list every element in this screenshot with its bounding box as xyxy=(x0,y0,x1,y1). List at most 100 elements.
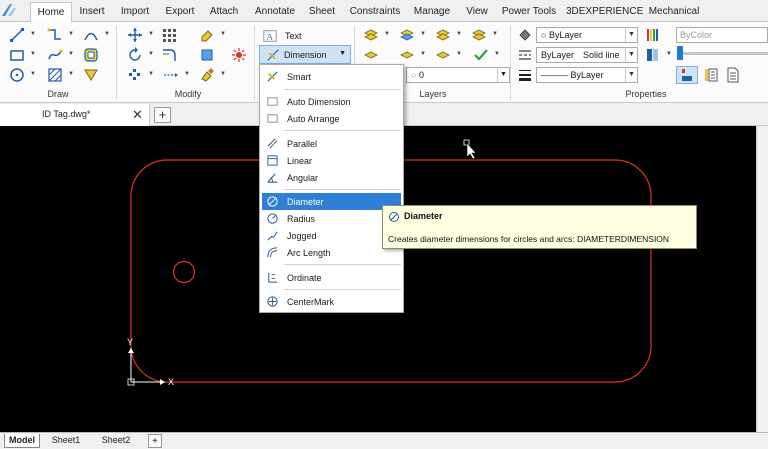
layer-match-button[interactable] xyxy=(432,46,454,64)
dimension-button[interactable]: Dimension ▼ xyxy=(259,45,351,64)
quick-properties-button[interactable] xyxy=(676,66,698,84)
arc-tool-button[interactable] xyxy=(80,26,102,44)
chevron-down-icon[interactable]: ▼ xyxy=(625,68,637,82)
chevron-down-icon[interactable]: ▼ xyxy=(68,71,74,77)
chevron-down-icon[interactable]: ▼ xyxy=(184,71,190,77)
tab-attach[interactable]: Attach xyxy=(206,4,242,22)
tab-manage[interactable]: Manage xyxy=(410,4,454,22)
rotate-tool-button[interactable] xyxy=(124,46,146,64)
chevron-down-icon[interactable]: ▼ xyxy=(148,51,154,57)
menu-item-parallel[interactable]: Parallel xyxy=(262,135,401,152)
chevron-down-icon[interactable]: ▼ xyxy=(384,31,390,37)
layout-tab-sheet2[interactable]: Sheet2 xyxy=(96,434,136,448)
transparency-slider-track[interactable] xyxy=(682,52,768,55)
menu-item-diameter[interactable]: Diameter xyxy=(262,193,401,210)
tab-constraints[interactable]: Constraints xyxy=(346,4,404,22)
menu-item-auto-dimension[interactable]: Auto Dimension xyxy=(262,93,401,110)
chevron-down-icon[interactable]: ▼ xyxy=(420,51,426,57)
list-button[interactable] xyxy=(722,66,744,84)
tab-mechanical[interactable]: Mechanical xyxy=(644,4,704,22)
move-tool-button[interactable] xyxy=(124,26,146,44)
menu-item-angular[interactable]: Angular xyxy=(262,169,401,186)
chevron-down-icon[interactable]: ▼ xyxy=(30,51,36,57)
add-layout-button[interactable]: + xyxy=(148,434,162,448)
linetype-button[interactable] xyxy=(514,46,536,64)
tab-import[interactable]: Import xyxy=(116,4,154,22)
linestyle-dropdown[interactable]: ByLayer Solid line ▼ xyxy=(536,47,638,63)
chevron-down-icon[interactable]: ▼ xyxy=(220,31,226,37)
color-palette-button[interactable] xyxy=(642,26,664,44)
menu-item-ordinate[interactable]: Ordinate xyxy=(262,269,401,286)
region-tool-button[interactable] xyxy=(80,46,102,64)
menu-item-centermark[interactable]: CenterMark xyxy=(262,293,401,310)
tab-view[interactable]: View xyxy=(462,4,492,22)
layout-tab-sheet1[interactable]: Sheet1 xyxy=(46,434,86,448)
chevron-down-icon[interactable]: ▼ xyxy=(104,31,110,37)
tab-power-tools[interactable]: Power Tools xyxy=(500,4,558,22)
erase-tool-button[interactable] xyxy=(196,26,218,44)
line-tool-button[interactable] xyxy=(6,26,28,44)
match-properties-button[interactable] xyxy=(196,66,218,84)
color-fill-button[interactable] xyxy=(514,26,536,44)
tab-3dexperience[interactable]: 3DEXPERIENCE xyxy=(566,4,643,22)
polyline-tool-button[interactable] xyxy=(44,26,66,44)
tab-sheet[interactable]: Sheet xyxy=(306,4,338,22)
transparency-slider-thumb[interactable] xyxy=(677,46,683,60)
lineweight-button[interactable] xyxy=(514,66,536,84)
circle-tool-button[interactable] xyxy=(6,66,28,84)
chevron-down-icon[interactable]: ▼ xyxy=(494,51,500,57)
chevron-down-icon[interactable]: ▼ xyxy=(420,31,426,37)
transparency-button[interactable] xyxy=(642,46,664,64)
stretch-tool-button[interactable] xyxy=(160,66,182,84)
document-tab[interactable]: ID Tag.dwg* ✕ xyxy=(0,104,150,126)
new-document-button[interactable]: + xyxy=(154,107,171,123)
menu-item-jogged[interactable]: Jogged xyxy=(262,227,401,244)
layer-state-button[interactable] xyxy=(396,26,418,44)
chevron-down-icon[interactable]: ▼ xyxy=(148,31,154,37)
menu-item-auto-arrange[interactable]: Auto Arrange xyxy=(262,110,401,127)
chevron-down-icon[interactable]: ▼ xyxy=(68,51,74,57)
chevron-down-icon[interactable]: ▼ xyxy=(666,51,672,57)
chevron-down-icon[interactable]: ▼ xyxy=(497,68,509,82)
menu-item-smart[interactable]: Smart xyxy=(262,68,401,85)
copy-tool-button[interactable] xyxy=(124,66,146,84)
tab-annotate[interactable]: Annotate xyxy=(252,4,298,22)
chevron-down-icon[interactable]: ▼ xyxy=(30,71,36,77)
chevron-down-icon[interactable]: ▼ xyxy=(456,51,462,57)
text-button[interactable]: A Text xyxy=(263,27,302,45)
close-icon[interactable]: ✕ xyxy=(132,107,143,123)
layer-dropdown[interactable]: ○ 0 ▼ xyxy=(406,67,510,83)
menu-item-radius[interactable]: Radius xyxy=(262,210,401,227)
chevron-down-icon[interactable]: ▼ xyxy=(625,28,637,42)
hatch-tool-button[interactable] xyxy=(44,66,66,84)
wipeout-tool-button[interactable] xyxy=(80,66,102,84)
lineweight-dropdown[interactable]: ——— ByLayer ▼ xyxy=(536,67,638,83)
layout-tab-model[interactable]: Model xyxy=(4,434,40,448)
layer-isolate-button[interactable] xyxy=(432,26,454,44)
properties-panel-button[interactable] xyxy=(700,66,722,84)
layer-properties-button[interactable] xyxy=(360,26,382,44)
make-current-button[interactable] xyxy=(470,46,492,64)
bycolor-field[interactable]: ByColor xyxy=(676,27,768,43)
chevron-down-icon[interactable]: ▼ xyxy=(339,50,346,57)
fillet-tool-button[interactable] xyxy=(158,46,180,64)
vertical-scrollbar[interactable] xyxy=(756,126,768,432)
chevron-down-icon[interactable]: ▼ xyxy=(148,71,154,77)
explode-tool-button[interactable] xyxy=(228,46,250,64)
rectangle-tool-button[interactable] xyxy=(6,46,28,64)
layer-freeze-button[interactable] xyxy=(468,26,490,44)
app-logo-icon[interactable] xyxy=(0,0,28,22)
spline-tool-button[interactable] xyxy=(44,46,66,64)
array-tool-button[interactable] xyxy=(158,26,180,44)
menu-item-arc-length[interactable]: Arc Length xyxy=(262,244,401,261)
tab-home[interactable]: Home xyxy=(30,2,72,23)
chevron-down-icon[interactable]: ▼ xyxy=(30,31,36,37)
layer-walk-button[interactable] xyxy=(396,46,418,64)
layer-previous-button[interactable] xyxy=(360,46,382,64)
tab-export[interactable]: Export xyxy=(162,4,198,22)
id-tag-hole[interactable] xyxy=(172,260,196,284)
color-dropdown[interactable]: ○ ByLayer ▼ xyxy=(536,27,638,43)
block-tool-button[interactable] xyxy=(196,46,218,64)
chevron-down-icon[interactable]: ▼ xyxy=(456,31,462,37)
chevron-down-icon[interactable]: ▼ xyxy=(625,48,637,62)
